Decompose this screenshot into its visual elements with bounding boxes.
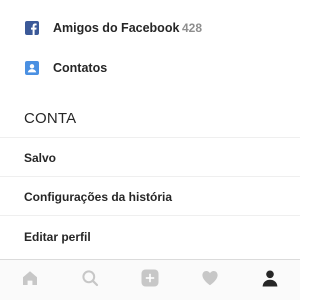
nav-search-button[interactable] <box>60 260 120 300</box>
nav-profile-button[interactable] <box>240 260 300 300</box>
saved-label: Salvo <box>24 151 57 165</box>
item-divider <box>0 215 300 216</box>
contacts-row[interactable]: Contatos <box>0 50 300 86</box>
story-settings-item[interactable]: Configurações da história <box>0 177 300 216</box>
edit-profile-item[interactable]: Editar perfil <box>0 217 300 256</box>
add-post-icon <box>141 269 159 292</box>
account-section-header: CONTA <box>24 110 77 127</box>
edit-profile-label: Editar perfil <box>24 230 91 244</box>
saved-item[interactable]: Salvo <box>0 138 300 177</box>
contacts-icon <box>25 61 39 75</box>
heart-icon <box>201 269 219 292</box>
nav-activity-button[interactable] <box>180 260 240 300</box>
facebook-icon <box>25 21 39 35</box>
nav-home-button[interactable] <box>0 260 60 300</box>
facebook-friends-label: Amigos do Facebook <box>53 21 180 35</box>
search-icon <box>81 269 99 292</box>
facebook-friends-row[interactable]: Amigos do Facebook 428 <box>0 10 300 46</box>
profile-icon <box>261 269 279 292</box>
contacts-label: Contatos <box>53 61 108 75</box>
bottom-nav-bar <box>0 259 300 300</box>
home-icon <box>21 269 39 292</box>
nav-add-post-button[interactable] <box>120 260 180 300</box>
facebook-friends-count: 428 <box>182 21 203 35</box>
options-screen: Amigos do Facebook 428 Contatos CONTA Sa… <box>0 0 300 300</box>
story-settings-label: Configurações da história <box>24 190 173 204</box>
